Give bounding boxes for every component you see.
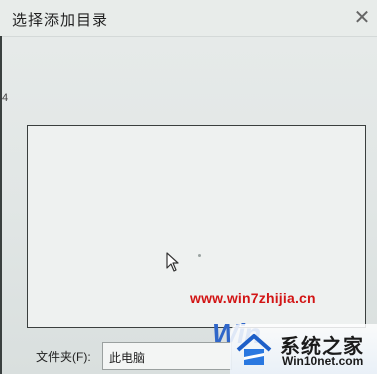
dialog-title: 选择添加目录 [12,12,109,29]
select-directory-dialog: 选择添加目录 ✕ 4 www.win7zhijia.cn Win 文件夹(F):… [0,0,377,374]
logo-domain: Win10net.com [282,354,364,368]
folder-field[interactable]: 此电脑 [102,342,232,370]
folder-label: 文件夹(F): [36,350,91,364]
site-logo: 系统之家 Win10net.com [230,324,377,374]
background-window-edge [0,36,2,374]
watermark-url: www.win7zhijia.cn [190,290,316,306]
house-logo-icon [236,334,272,365]
dialog-titlebar: 选择添加目录 ✕ [0,0,377,37]
close-button[interactable]: ✕ [347,0,377,34]
screen-dust-dot [198,254,201,257]
background-window-glyph: 4 [2,92,9,104]
mouse-cursor-icon [166,252,179,272]
